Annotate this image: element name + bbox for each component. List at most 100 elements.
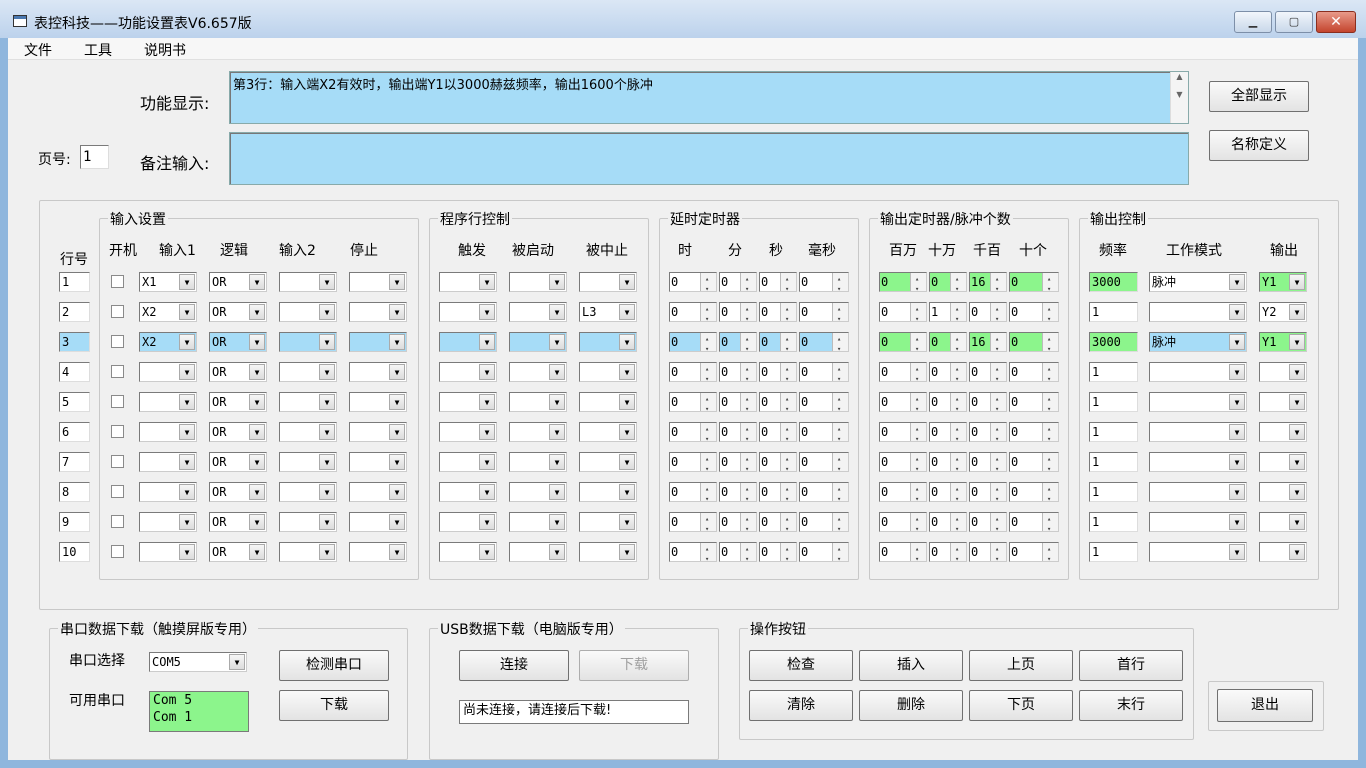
spin-arrows-icon[interactable] — [910, 540, 926, 568]
chevron-down-icon[interactable]: ▼ — [479, 514, 495, 530]
chevron-down-icon[interactable]: ▼ — [389, 334, 405, 350]
chevron-down-icon[interactable]: ▼ — [249, 394, 265, 410]
delay-minute-spinner[interactable]: 0 — [719, 270, 757, 298]
spin-arrows-icon[interactable] — [780, 360, 796, 388]
chevron-down-icon[interactable]: ▼ — [1289, 454, 1305, 470]
delay-hour-spinner[interactable]: 0 — [669, 420, 717, 448]
logic-combo[interactable]: OR ▼ — [209, 392, 267, 412]
aborted-combo[interactable]: ▼ — [579, 512, 637, 532]
out-hundred-thousand-spinner[interactable]: 0 — [929, 330, 967, 358]
out-thousand-hundred-spinner[interactable]: 0 — [969, 480, 1007, 508]
spin-arrows-icon[interactable] — [910, 330, 926, 358]
out-million-spinner[interactable]: 0 — [879, 540, 927, 568]
frequency-field[interactable]: 1 — [1089, 392, 1138, 412]
trigger-combo[interactable]: ▼ — [439, 512, 497, 532]
delay-ms-spinner[interactable]: 0 — [799, 330, 849, 358]
name-define-button[interactable]: 名称定义 — [1209, 130, 1309, 161]
out-hundred-thousand-spinner[interactable]: 0 — [929, 510, 967, 538]
delay-minute-spinner[interactable]: 0 — [719, 420, 757, 448]
output-combo[interactable]: ▼ — [1259, 362, 1307, 382]
trigger-combo[interactable]: ▼ — [439, 542, 497, 562]
delay-minute-spinner[interactable]: 0 — [719, 360, 757, 388]
spin-arrows-icon[interactable] — [780, 510, 796, 538]
delay-second-spinner[interactable]: 0 — [759, 510, 797, 538]
spin-arrows-icon[interactable] — [832, 330, 848, 358]
delay-hour-spinner[interactable]: 0 — [669, 510, 717, 538]
delay-second-spinner[interactable]: 0 — [759, 450, 797, 478]
chevron-down-icon[interactable]: ▼ — [179, 274, 195, 290]
input1-combo[interactable]: ▼ — [139, 482, 197, 502]
chevron-down-icon[interactable]: ▼ — [1229, 364, 1245, 380]
spin-arrows-icon[interactable] — [1042, 390, 1058, 418]
power-on-checkbox[interactable] — [111, 395, 124, 408]
trigger-combo[interactable]: ▼ — [439, 272, 497, 292]
chevron-down-icon[interactable]: ▼ — [619, 274, 635, 290]
chevron-down-icon[interactable]: ▼ — [1229, 544, 1245, 560]
maximize-button[interactable]: ▢ — [1275, 11, 1313, 33]
chevron-down-icon[interactable]: ▼ — [389, 484, 405, 500]
stop-combo[interactable]: ▼ — [349, 302, 407, 322]
out-million-spinner[interactable]: 0 — [879, 510, 927, 538]
available-ports-list[interactable]: Com 5 Com 1 — [149, 691, 249, 732]
started-combo[interactable]: ▼ — [509, 362, 567, 382]
delay-minute-spinner[interactable]: 0 — [719, 450, 757, 478]
out-ten-unit-spinner[interactable]: 0 — [1009, 510, 1059, 538]
spin-arrows-icon[interactable] — [950, 540, 966, 568]
chevron-down-icon[interactable]: ▼ — [319, 454, 335, 470]
chevron-down-icon[interactable]: ▼ — [229, 654, 245, 670]
delay-second-spinner[interactable]: 0 — [759, 540, 797, 568]
delay-ms-spinner[interactable]: 0 — [799, 510, 849, 538]
delay-second-spinner[interactable]: 0 — [759, 330, 797, 358]
spin-arrows-icon[interactable] — [740, 330, 756, 358]
chevron-down-icon[interactable]: ▼ — [1289, 304, 1305, 320]
logic-combo[interactable]: OR ▼ — [209, 272, 267, 292]
output-combo[interactable]: ▼ — [1259, 422, 1307, 442]
spin-arrows-icon[interactable] — [832, 270, 848, 298]
frequency-field[interactable]: 1 — [1089, 452, 1138, 472]
row-number-field[interactable]: 3 — [59, 332, 90, 352]
chevron-down-icon[interactable]: ▼ — [319, 274, 335, 290]
spin-arrows-icon[interactable] — [700, 450, 716, 478]
row-number-field[interactable]: 7 — [59, 452, 90, 472]
chevron-down-icon[interactable]: ▼ — [549, 274, 565, 290]
spin-arrows-icon[interactable] — [1042, 540, 1058, 568]
spin-arrows-icon[interactable] — [910, 360, 926, 388]
chevron-down-icon[interactable]: ▼ — [619, 514, 635, 530]
delay-minute-spinner[interactable]: 0 — [719, 330, 757, 358]
spin-arrows-icon[interactable] — [740, 390, 756, 418]
chevron-down-icon[interactable]: ▼ — [479, 304, 495, 320]
chevron-down-icon[interactable]: ▼ — [549, 454, 565, 470]
chevron-down-icon[interactable]: ▼ — [249, 454, 265, 470]
out-hundred-thousand-spinner[interactable]: 0 — [929, 480, 967, 508]
aborted-combo[interactable]: ▼ — [579, 452, 637, 472]
started-combo[interactable]: ▼ — [509, 422, 567, 442]
available-port-item[interactable]: Com 5 — [153, 692, 248, 709]
input1-combo[interactable]: X1 ▼ — [139, 272, 197, 292]
started-combo[interactable]: ▼ — [509, 482, 567, 502]
delay-ms-spinner[interactable]: 0 — [799, 480, 849, 508]
input1-combo[interactable]: ▼ — [139, 362, 197, 382]
chevron-down-icon[interactable]: ▼ — [179, 304, 195, 320]
input1-combo[interactable]: X2 ▼ — [139, 332, 197, 352]
out-thousand-hundred-spinner[interactable]: 0 — [969, 450, 1007, 478]
spin-arrows-icon[interactable] — [1042, 420, 1058, 448]
spin-arrows-icon[interactable] — [740, 270, 756, 298]
chevron-down-icon[interactable]: ▼ — [179, 484, 195, 500]
spin-arrows-icon[interactable] — [910, 450, 926, 478]
spin-arrows-icon[interactable] — [1042, 270, 1058, 298]
spin-arrows-icon[interactable] — [910, 270, 926, 298]
out-hundred-thousand-spinner[interactable]: 0 — [929, 360, 967, 388]
spin-arrows-icon[interactable] — [700, 300, 716, 328]
spin-arrows-icon[interactable] — [740, 450, 756, 478]
out-thousand-hundred-spinner[interactable]: 0 — [969, 540, 1007, 568]
out-thousand-hundred-spinner[interactable]: 0 — [969, 510, 1007, 538]
detect-port-button[interactable]: 检测串口 — [279, 650, 389, 681]
out-ten-unit-spinner[interactable]: 0 — [1009, 540, 1059, 568]
spin-arrows-icon[interactable] — [740, 480, 756, 508]
out-thousand-hundred-spinner[interactable]: 16 — [969, 270, 1007, 298]
chevron-down-icon[interactable]: ▼ — [549, 544, 565, 560]
row-number-field[interactable]: 8 — [59, 482, 90, 502]
spin-arrows-icon[interactable] — [910, 510, 926, 538]
work-mode-combo[interactable]: ▼ — [1149, 362, 1247, 382]
spin-arrows-icon[interactable] — [990, 360, 1006, 388]
